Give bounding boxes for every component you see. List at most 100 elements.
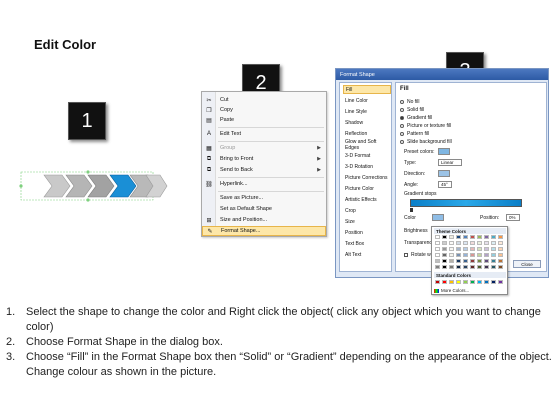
color-swatch[interactable] (470, 241, 475, 245)
color-swatch[interactable] (435, 235, 440, 239)
category-fill[interactable]: Fill (343, 85, 391, 94)
radio-solid-fill[interactable]: Solid fill (400, 106, 424, 113)
gradient-stops-bar[interactable] (410, 199, 522, 207)
radio-gradient-fill[interactable]: Gradient fill (400, 114, 432, 121)
color-swatch[interactable] (484, 235, 489, 239)
direction-dropdown[interactable] (438, 170, 450, 177)
standard-color-swatch[interactable] (484, 280, 489, 284)
color-swatch[interactable] (477, 259, 482, 263)
color-swatch[interactable] (470, 253, 475, 257)
menu-item-group[interactable]: ▦ Group ▶ (202, 143, 326, 153)
color-swatch[interactable] (477, 253, 482, 257)
standard-color-swatch[interactable] (442, 280, 447, 284)
color-swatch[interactable] (449, 259, 454, 263)
color-swatch[interactable] (477, 247, 482, 251)
type-dropdown[interactable]: Linear (438, 159, 462, 166)
color-swatch[interactable] (498, 265, 503, 269)
category-reflection[interactable]: Reflection (343, 129, 391, 138)
color-swatch[interactable] (470, 235, 475, 239)
color-swatch[interactable] (449, 235, 454, 239)
color-swatch[interactable] (491, 265, 496, 269)
menu-item-copy[interactable]: ❐ Copy (202, 105, 326, 115)
radio-pattern-fill[interactable]: Pattern fill (400, 130, 429, 137)
color-swatch[interactable] (484, 247, 489, 251)
color-swatch[interactable] (449, 247, 454, 251)
color-swatch[interactable] (470, 247, 475, 251)
standard-color-swatch[interactable] (498, 280, 503, 284)
color-swatch[interactable] (456, 265, 461, 269)
category-shadow[interactable]: Shadow (343, 118, 391, 127)
position-input[interactable]: 0% (506, 214, 520, 221)
color-swatch[interactable] (484, 253, 489, 257)
color-swatch[interactable] (449, 241, 454, 245)
color-swatch[interactable] (463, 253, 468, 257)
close-button[interactable]: Close (513, 260, 541, 268)
standard-color-swatch[interactable] (477, 280, 482, 284)
category-artistic-effects[interactable]: Artistic Effects (343, 195, 391, 204)
menu-item-hyperlink[interactable]: ⛓ Hyperlink... (202, 179, 326, 189)
menu-item-save-as-picture[interactable]: Save as Picture... (202, 193, 326, 203)
color-swatch[interactable] (491, 235, 496, 239)
color-swatch[interactable] (470, 265, 475, 269)
category-text-box[interactable]: Text Box (343, 239, 391, 248)
color-swatch[interactable] (442, 241, 447, 245)
menu-item-edit-text[interactable]: A Edit Text (202, 129, 326, 139)
radio-picture-fill[interactable]: Picture or texture fill (400, 122, 451, 129)
color-swatch[interactable] (435, 259, 440, 263)
category-line-style[interactable]: Line Style (343, 107, 391, 116)
radio-slide-background-fill[interactable]: Slide background fill (400, 138, 452, 145)
preset-colors-dropdown[interactable] (438, 148, 450, 155)
color-swatch[interactable] (442, 253, 447, 257)
color-swatch[interactable] (491, 241, 496, 245)
color-swatch[interactable] (456, 247, 461, 251)
color-swatch[interactable] (491, 253, 496, 257)
color-swatch[interactable] (456, 235, 461, 239)
menu-item-paste[interactable]: ▤ Paste (202, 115, 326, 125)
category-glow-soft-edges[interactable]: Glow and Soft Edges (343, 139, 391, 151)
standard-color-swatch[interactable] (435, 280, 440, 284)
color-swatch[interactable] (463, 259, 468, 263)
color-swatch[interactable] (442, 265, 447, 269)
category-picture-corrections[interactable]: Picture Corrections (343, 173, 391, 182)
category-alt-text[interactable]: Alt Text (343, 250, 391, 259)
color-swatch[interactable] (456, 253, 461, 257)
color-swatch[interactable] (435, 253, 440, 257)
radio-no-fill[interactable]: No fill (400, 98, 420, 105)
menu-item-format-shape[interactable]: ✎ Format Shape... (202, 226, 326, 236)
menu-item-send-to-back[interactable]: ⧉ Send to Back ▶ (202, 165, 326, 175)
color-swatch[interactable] (491, 259, 496, 263)
color-swatch[interactable] (470, 259, 475, 263)
color-swatch[interactable] (435, 241, 440, 245)
color-picker-button[interactable] (432, 214, 444, 221)
color-swatch[interactable] (435, 265, 440, 269)
color-swatch[interactable] (477, 235, 482, 239)
menu-item-size-position[interactable]: ⊞ Size and Position... (202, 215, 326, 225)
category-3d-rotation[interactable]: 3-D Rotation (343, 162, 391, 171)
standard-color-swatch[interactable] (491, 280, 496, 284)
color-swatch[interactable] (442, 247, 447, 251)
color-swatch[interactable] (442, 259, 447, 263)
color-swatch[interactable] (498, 253, 503, 257)
category-position[interactable]: Position (343, 228, 391, 237)
color-swatch[interactable] (477, 265, 482, 269)
standard-color-swatch[interactable] (456, 280, 461, 284)
gradient-stop-handle[interactable] (410, 208, 413, 212)
color-swatch[interactable] (463, 235, 468, 239)
color-swatch[interactable] (498, 241, 503, 245)
color-swatch[interactable] (449, 253, 454, 257)
category-line-color[interactable]: Line Color (343, 96, 391, 105)
color-swatch[interactable] (498, 259, 503, 263)
color-swatch[interactable] (484, 259, 489, 263)
color-swatch[interactable] (484, 241, 489, 245)
category-crop[interactable]: Crop (343, 206, 391, 215)
color-swatch[interactable] (449, 265, 454, 269)
standard-color-swatch[interactable] (470, 280, 475, 284)
standard-color-swatch[interactable] (463, 280, 468, 284)
chevron-process-shape[interactable] (18, 168, 168, 204)
category-3d-format[interactable]: 3-D Format (343, 151, 391, 160)
color-swatch[interactable] (435, 247, 440, 251)
category-size[interactable]: Size (343, 217, 391, 226)
color-swatch[interactable] (463, 247, 468, 251)
color-swatch[interactable] (463, 241, 468, 245)
color-swatch[interactable] (484, 265, 489, 269)
